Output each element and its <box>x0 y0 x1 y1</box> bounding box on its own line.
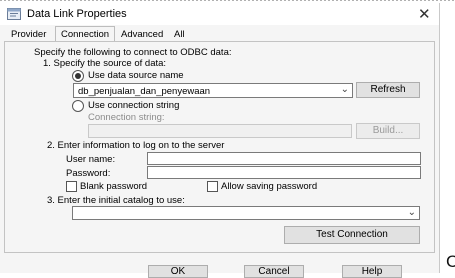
conn-string-label: Connection string: <box>88 112 165 123</box>
tab-connection[interactable]: Connection <box>55 26 116 42</box>
chevron-down-icon: ⌄ <box>407 207 416 218</box>
help-button[interactable]: Help <box>342 265 402 278</box>
allow-saving-password-checkbox[interactable] <box>207 181 218 192</box>
ok-button[interactable]: OK <box>148 265 208 278</box>
screen-edge-dotted-line <box>0 0 455 1</box>
build-button[interactable]: Build... <box>356 123 420 139</box>
use-dsn-label: Use data source name <box>88 70 184 81</box>
data-link-properties-dialog: Data Link Properties ✕ Provider Connecti… <box>0 3 440 278</box>
cancel-button[interactable]: Cancel <box>244 265 304 278</box>
window-title: Data Link Properties <box>27 8 127 20</box>
chevron-down-icon: ⌄ <box>340 84 349 95</box>
conn-string-field[interactable] <box>88 124 352 138</box>
test-connection-button[interactable]: Test Connection <box>284 226 420 244</box>
username-label: User name: <box>66 154 116 165</box>
tab-all[interactable]: All <box>169 29 190 41</box>
step1-heading: 1. Specify the source of data: <box>43 58 167 69</box>
dsn-dropdown[interactable]: db_penjualan_dan_penyewaan ⌄ <box>73 83 353 98</box>
refresh-button[interactable]: Refresh <box>356 82 420 98</box>
use-conn-string-label: Use connection string <box>88 100 180 111</box>
use-conn-string-radio[interactable] <box>72 100 84 112</box>
step3-heading: 3. Enter the initial catalog to use: <box>47 195 185 206</box>
password-field[interactable] <box>147 166 421 179</box>
username-field[interactable] <box>147 152 421 165</box>
use-dsn-radio[interactable] <box>72 70 84 82</box>
dsn-value: db_penjualan_dan_penyewaan <box>78 86 211 97</box>
close-icon[interactable]: ✕ <box>418 5 431 23</box>
intro-text: Specify the following to connect to ODBC… <box>34 47 232 58</box>
initial-catalog-dropdown[interactable]: ⌄ <box>72 206 420 220</box>
password-label: Password: <box>66 168 111 179</box>
tab-advanced[interactable]: Advanced <box>116 29 168 41</box>
allow-saving-password-label: Allow saving password <box>221 181 318 192</box>
tab-provider[interactable]: Provider <box>6 29 51 41</box>
blank-password-label: Blank password <box>80 181 148 192</box>
title-bar: Data Link Properties ✕ <box>0 3 439 25</box>
connection-tab-panel: Specify the following to connect to ODBC… <box>4 41 435 253</box>
blank-password-checkbox[interactable] <box>66 181 77 192</box>
step2-heading: 2. Enter information to log on to the se… <box>47 140 225 151</box>
data-link-app-icon <box>7 8 21 20</box>
tab-bar: Provider Connection Advanced All <box>0 25 439 42</box>
cropped-background-text: C <box>446 252 455 271</box>
